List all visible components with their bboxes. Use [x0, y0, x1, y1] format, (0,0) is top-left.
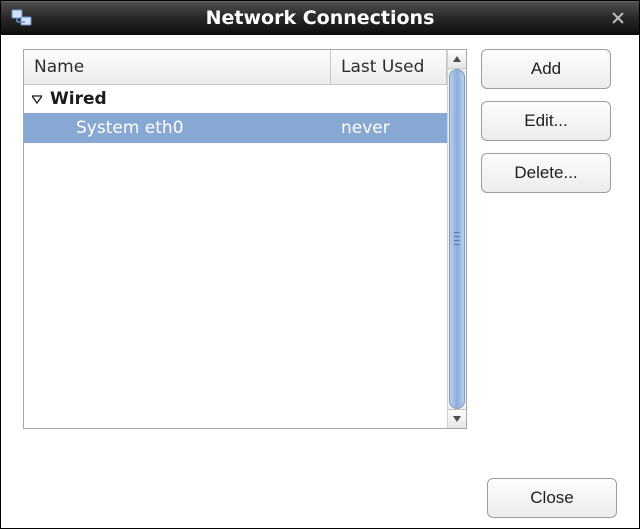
- connections-panel: Name Last Used Wired: [23, 49, 467, 429]
- scrollbar-thumb[interactable]: [449, 69, 465, 409]
- close-button[interactable]: Close: [487, 478, 617, 518]
- column-header-last-used[interactable]: Last Used: [331, 50, 447, 84]
- tree-body[interactable]: Wired System eth0 never: [24, 85, 447, 428]
- network-connections-icon: [11, 7, 33, 29]
- edit-button[interactable]: Edit...: [481, 101, 611, 141]
- scrollbar-grip-icon: [454, 232, 460, 246]
- scrollbar-track[interactable]: [448, 69, 466, 409]
- triangle-down-icon[interactable]: [30, 92, 44, 106]
- action-buttons: Add Edit... Delete...: [481, 49, 611, 429]
- column-header-name[interactable]: Name: [24, 50, 331, 84]
- connection-last-used: never: [331, 118, 447, 138]
- connection-name: System eth0: [24, 118, 331, 138]
- main-row: Name Last Used Wired: [23, 49, 617, 429]
- titlebar[interactable]: Network Connections: [1, 1, 639, 35]
- dialog-footer: Close: [23, 468, 617, 518]
- vertical-scrollbar[interactable]: [447, 49, 467, 429]
- scrollbar-down-icon[interactable]: [448, 409, 466, 428]
- dialog-content: Name Last Used Wired: [1, 35, 639, 530]
- add-button[interactable]: Add: [481, 49, 611, 89]
- network-connections-window: Network Connections Name Last Used: [0, 0, 640, 529]
- connection-group-label: Wired: [50, 89, 107, 109]
- tree-headers[interactable]: Name Last Used: [24, 50, 447, 85]
- scrollbar-up-icon[interactable]: [448, 50, 466, 69]
- window-title: Network Connections: [1, 7, 639, 29]
- close-icon[interactable]: [607, 7, 629, 29]
- connection-row-selected[interactable]: System eth0 never: [24, 113, 447, 143]
- delete-button[interactable]: Delete...: [481, 153, 611, 193]
- connections-tree[interactable]: Name Last Used Wired: [23, 49, 447, 429]
- connection-group-wired[interactable]: Wired: [24, 85, 447, 113]
